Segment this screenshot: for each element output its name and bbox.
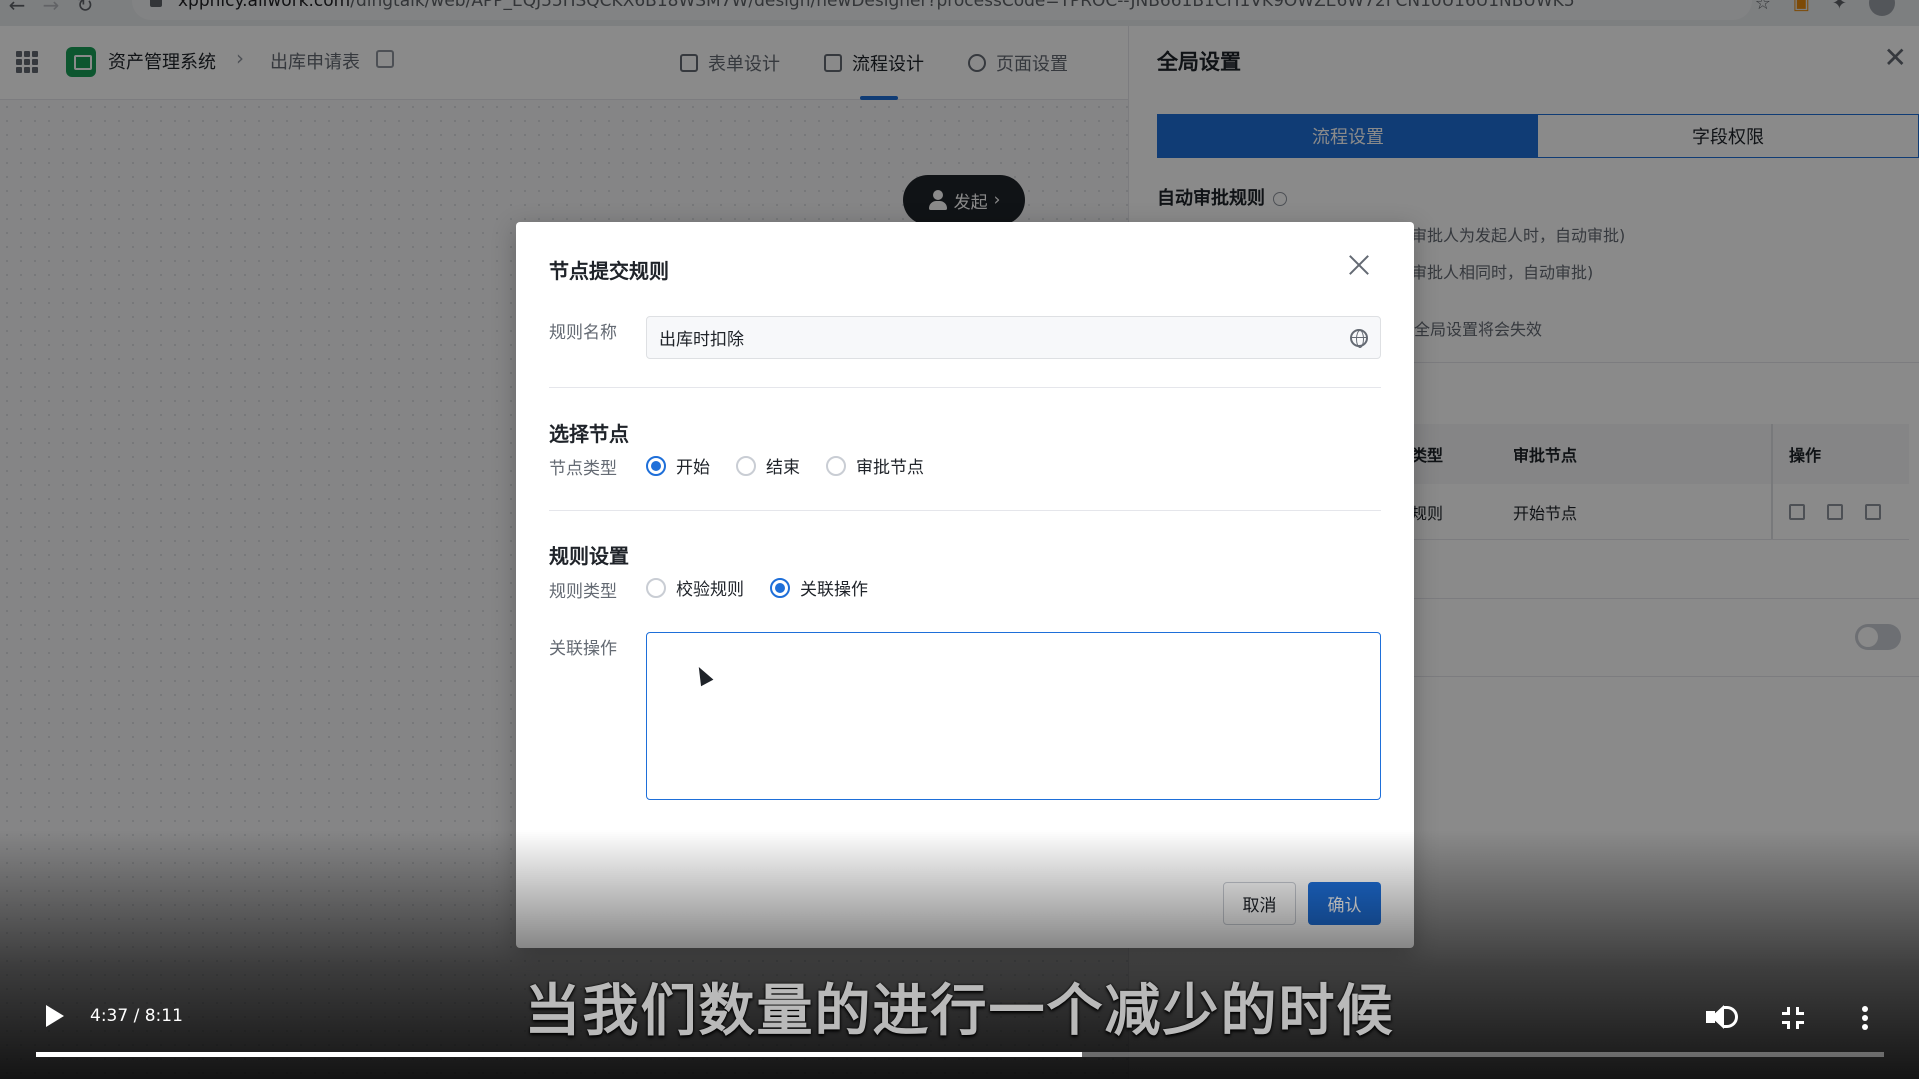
node-type-label: 节点类型 bbox=[549, 459, 617, 479]
divider bbox=[549, 387, 1381, 388]
globe-icon[interactable] bbox=[1350, 328, 1368, 348]
radio-unchecked-icon bbox=[646, 577, 666, 598]
radio-label: 审批节点 bbox=[856, 458, 924, 478]
select-node-section-title: 选择节点 bbox=[549, 422, 629, 446]
close-icon[interactable] bbox=[1348, 254, 1370, 276]
rule-name-value: 出库时扣除 bbox=[659, 330, 744, 350]
rule-name-input[interactable]: 出库时扣除 bbox=[646, 316, 1381, 359]
radio-unchecked-icon bbox=[826, 455, 846, 476]
radio-label: 关联操作 bbox=[800, 580, 868, 600]
radio-node-start[interactable]: 开始 bbox=[646, 453, 710, 478]
radio-label: 开始 bbox=[676, 458, 710, 478]
radio-node-approval[interactable]: 审批节点 bbox=[826, 453, 924, 478]
linked-action-editor[interactable] bbox=[646, 632, 1381, 800]
radio-node-end[interactable]: 结束 bbox=[736, 453, 800, 478]
linked-action-label: 关联操作 bbox=[549, 639, 617, 659]
divider bbox=[549, 510, 1381, 511]
more-options-icon[interactable] bbox=[1862, 1006, 1868, 1030]
dialog-title: 节点提交规则 bbox=[549, 259, 669, 283]
video-subtitle: 当我们数量的进行一个减少的时候 bbox=[524, 979, 1395, 1044]
mouse-cursor-icon bbox=[692, 663, 714, 687]
video-time: 4:37 / 8:11 bbox=[90, 1006, 183, 1026]
video-progress-bar[interactable] bbox=[36, 1052, 1884, 1057]
radio-label: 结束 bbox=[766, 458, 800, 478]
radio-linked-action[interactable]: 关联操作 bbox=[770, 575, 868, 600]
rule-name-label: 规则名称 bbox=[549, 323, 617, 343]
node-type-radio-group: 开始 结束 审批节点 bbox=[646, 453, 924, 478]
radio-unchecked-icon bbox=[736, 455, 756, 476]
rule-setting-section-title: 规则设置 bbox=[549, 544, 629, 568]
radio-label: 校验规则 bbox=[676, 580, 744, 600]
play-icon[interactable] bbox=[46, 1005, 64, 1027]
rule-type-label: 规则类型 bbox=[549, 582, 617, 602]
rule-type-radio-group: 校验规则 关联操作 bbox=[646, 575, 868, 600]
exit-fullscreen-icon[interactable] bbox=[1782, 1007, 1804, 1029]
radio-checked-icon bbox=[770, 577, 790, 598]
radio-validation-rule[interactable]: 校验规则 bbox=[646, 575, 744, 600]
video-progress-fill bbox=[36, 1052, 1082, 1057]
radio-checked-icon bbox=[646, 455, 666, 476]
